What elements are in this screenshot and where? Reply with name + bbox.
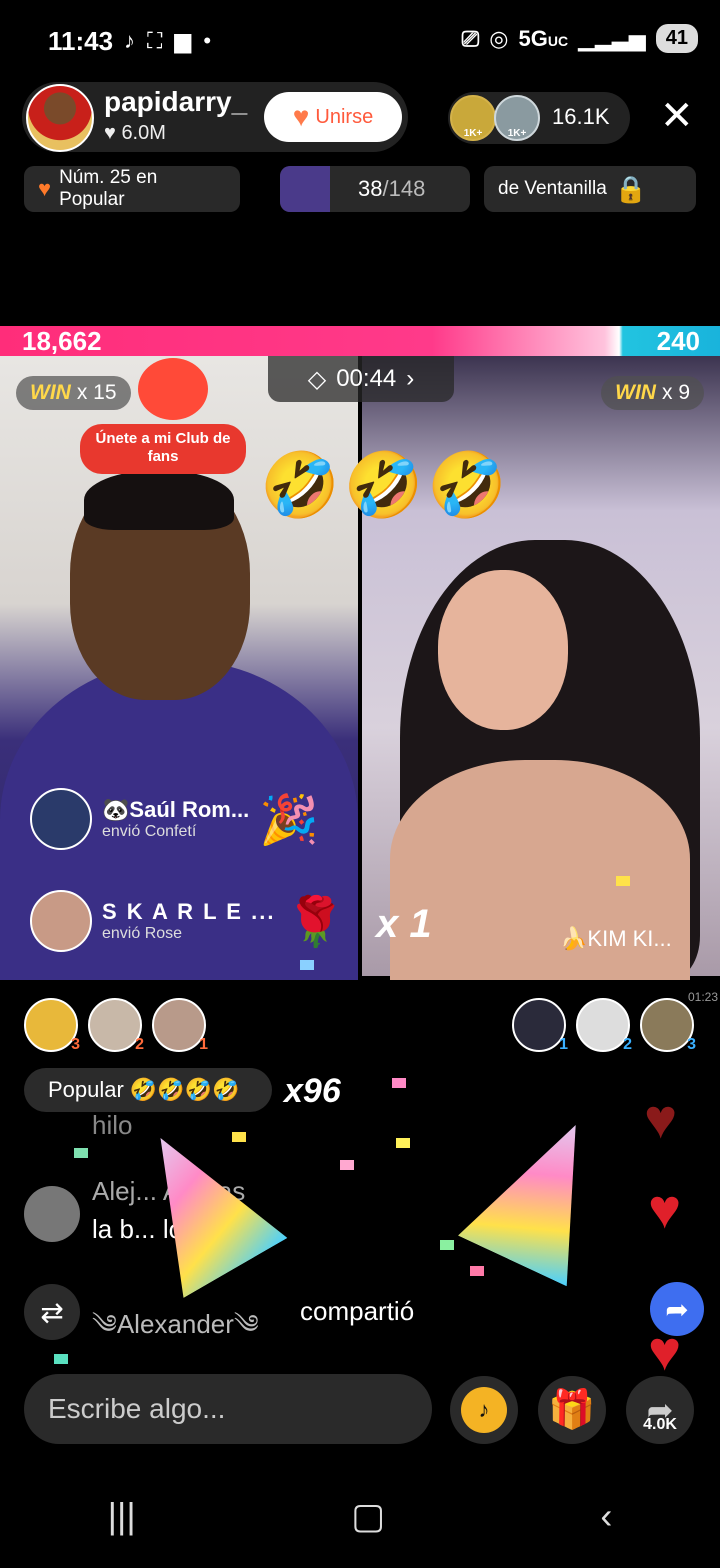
left-win-streak-badge: WIN x 15 [16,376,131,410]
heart-plus-icon: ♥ [292,101,310,132]
right-host-face [438,570,568,730]
battle-score-left: 18,662 [22,326,102,356]
chevron-right-icon: › [406,365,415,392]
coin-discount-icon: ♪ [461,1387,507,1433]
top-viewer-avatar-1[interactable]: 1K+ [450,95,496,141]
party-hat-decoration [458,1100,630,1287]
battle-score-right: 240 [656,326,700,356]
heart-icon: ♥ [104,122,116,144]
status-bar: 11:43 ♪ ⛶ ▆ • ⎚ ◎ 5GUC ▁▂▃▅ 41 [0,0,720,80]
top-viewer-avatar-2[interactable]: 1K+ [494,95,540,141]
gift-multiplier: x 1 [376,902,432,946]
close-icon[interactable]: ✕ [660,96,694,136]
gift-notification-2: S K A R L E ... envió Rose 🌹 [30,886,345,956]
screenshot-icon: ⛶ [147,28,163,53]
goal-gift-icon [280,166,330,212]
host-name[interactable]: papidarry_ [104,86,247,118]
join-button[interactable]: ♥ Unirse [264,92,402,142]
comment-avatar[interactable] [24,1186,80,1242]
confetti-piece [470,1266,484,1276]
repost-icon: ⇄ [24,1284,80,1340]
folder-icon: ▆ [174,28,192,53]
confetti-piece [54,1354,68,1364]
system-nav-bar: ||| ▢ ‹ [0,1464,720,1568]
confetti-piece [232,1132,246,1142]
heart-icon: ♥ [644,1087,678,1150]
status-time: 11:43 [48,26,114,56]
confetti-piece [440,1240,454,1250]
heart-icon: ♥ [648,1319,682,1382]
comment-text-faded: hilo [92,1110,133,1140]
right-top-gifter-1[interactable]: 1 [512,998,568,1053]
goal-progress-chip[interactable]: 38/148 [280,166,470,212]
share-count: 4.0K [643,1416,677,1433]
timestamp: 01:23 [687,990,718,1004]
laughing-emoji-icons: 🤣🤣🤣 [260,449,512,521]
panda-icon: 🐼 [102,797,130,822]
left-top-gifter-1[interactable]: 1 [152,998,208,1053]
viewer-count[interactable]: 16.1K [552,104,610,130]
status-right: ⎚ ◎ 5GUC ▁▂▃▅ 41 [462,24,698,53]
gift-sender-avatar[interactable] [30,890,92,952]
left-top-gifter-3[interactable]: 3 [24,998,80,1053]
tiktok-icon: ♪ [124,28,135,53]
network-label: 5GUC [518,25,569,51]
laughing-emoji-icons: 🤣🤣🤣🤣 [129,1077,240,1102]
battery-indicator: 41 [655,24,698,53]
right-top-gifter-3[interactable]: 3 [640,998,696,1053]
battle-timer[interactable]: ◇ 00:44 › [268,356,454,402]
location-chip[interactable]: de Ventanilla 🔒 [484,166,696,212]
gift-icon: 🎁 [548,1389,596,1431]
signal-icon: ▁▂▃▅ [578,25,646,51]
share-button[interactable]: ➦ 4.0K [626,1376,694,1444]
broken-heart-icon: ♥ [38,176,52,201]
battle-score-bar [0,326,720,356]
popular-tag[interactable]: Popular 🤣🤣🤣🤣 [24,1068,272,1112]
popular-rank-chip[interactable]: ♥ Núm. 25 en Popular [24,166,240,212]
dot-icon: • [203,28,212,53]
recent-apps-icon[interactable]: ||| [108,1495,136,1537]
home-icon[interactable]: ▢ [351,1495,385,1537]
diamond-icon: ◇ [307,365,327,393]
lock-icon: 🔒 [614,173,648,204]
gift-sender-avatar[interactable] [30,788,92,850]
fan-club-mascot-icon [138,358,208,420]
status-notification-icons: ♪ ⛶ ▆ • [124,28,211,54]
confetti-piece [300,960,314,970]
left-host-hair [84,470,234,530]
gift-button[interactable]: 🎁 [538,1376,606,1444]
share-event-text: compartió [300,1296,415,1326]
right-host-name[interactable]: 🍌KIM KI... [560,926,672,952]
confetti-piece [74,1148,88,1158]
cast-icon: ⎚ [461,25,480,51]
confetti-piece [396,1138,410,1148]
hotspot-icon: ◎ [489,25,509,51]
share-event-username[interactable]: ༄Alexander༄ [92,1296,259,1369]
host-avatar[interactable] [26,84,94,152]
fan-club-sticker[interactable]: Únete a mi Club de fans [80,424,246,474]
confetti-piece [340,1160,354,1170]
gift-notification-1: 🐼Saúl Rom... envió Confetí 🎉 [30,784,319,854]
right-win-streak-badge: WIN x 9 [601,376,704,410]
confetti-piece [392,1078,406,1088]
left-top-gifter-2[interactable]: 2 [88,998,144,1053]
promote-button[interactable]: ♪ [450,1376,518,1444]
host-likes: ♥ 6.0M [104,122,166,144]
comment-input[interactable]: Escribe algo... [24,1374,432,1444]
confetti-cone-icon: 🎉 [259,793,319,847]
confetti-piece [616,876,630,886]
back-icon[interactable]: ‹ [600,1495,612,1537]
combo-multiplier: x96 [284,1072,341,1110]
banana-icon: 🍌 [560,926,588,951]
rose-icon: 🌹 [285,895,346,949]
right-top-gifter-2[interactable]: 2 [576,998,632,1053]
heart-icon: ♥ [648,1177,682,1240]
